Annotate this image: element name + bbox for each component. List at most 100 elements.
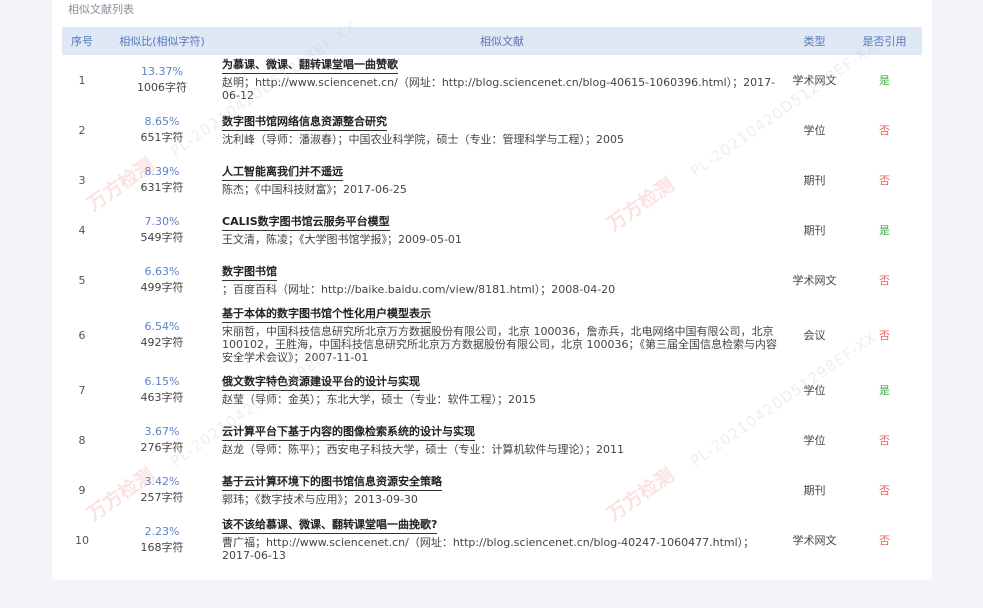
row-type: 学位	[803, 384, 826, 397]
row-cited-status: 是	[879, 224, 890, 237]
similar-char-count: 276字符	[140, 441, 184, 454]
row-index: 5	[78, 273, 86, 287]
similar-char-count: 257字符	[140, 491, 184, 504]
similarity-percent: 2.23%	[144, 525, 180, 538]
row-type: 期刊	[803, 224, 826, 237]
row-type: 学位	[803, 434, 826, 447]
document-title-link[interactable]: 为慕课、微课、翻转课堂唱一曲赞歌	[222, 58, 398, 74]
similar-char-count: 631字符	[140, 181, 184, 194]
document-meta: 赵明；http://www.sciencenet.cn/（网址：http://b…	[222, 76, 776, 102]
header-index: 序号	[71, 35, 93, 48]
similarity-percent: 8.65%	[144, 115, 180, 128]
similarity-percent: 6.54%	[144, 320, 180, 333]
header-similarity: 相似比(相似字符)	[119, 35, 205, 48]
row-index: 8	[78, 433, 86, 447]
row-index: 7	[78, 383, 86, 397]
document-title-link[interactable]: 云计算平台下基于内容的图像检索系统的设计与实现	[222, 425, 475, 441]
row-similarity: 13.37% 1006字符	[102, 55, 222, 105]
document-title-link[interactable]: 该不该给慕课、微课、翻转课堂唱一曲挽歌?	[222, 518, 438, 534]
document-meta: 赵龙（导师：陈平）；西安电子科技大学，硕士（专业：计算机软件与理论）；2011	[222, 442, 624, 456]
document-title-link[interactable]: 基于本体的数字图书馆个性化用户模型表示	[222, 307, 431, 323]
row-document: CALIS数字图书馆云服务平台模型 王文清，陈凌；《大学图书馆学报》；2009-0…	[222, 205, 782, 255]
document-title-link[interactable]: 人工智能离我们并不遥远	[222, 165, 343, 181]
document-meta: 沈利峰（导师：潘淑春）；中国农业科学院，硕士（专业：管理科学与工程）；2005	[222, 132, 624, 146]
row-index: 10	[75, 533, 89, 547]
row-type: 学位	[803, 124, 826, 137]
document-meta: 王文清，陈凌；《大学图书馆学报》；2009-05-01	[222, 232, 462, 246]
row-similarity: 6.54% 492字符	[102, 305, 222, 365]
header-document: 相似文献	[480, 35, 524, 48]
section-title: 相似文献列表	[68, 3, 134, 16]
document-title-link[interactable]: 数字图书馆网络信息资源整合研究	[222, 115, 387, 131]
row-similarity: 8.39% 631字符	[102, 155, 222, 205]
row-cited-status: 是	[879, 384, 890, 397]
row-cited-status: 否	[879, 434, 890, 447]
row-document: 数字图书馆 ；百度百科（网址：http://baike.baidu.com/vie…	[222, 255, 782, 305]
row-document: 为慕课、微课、翻转课堂唱一曲赞歌赵明；http://www.sciencenet…	[222, 55, 782, 105]
table-row: 6 6.54% 492字符 基于本体的数字图书馆个性化用户模型表示 宋丽哲，中国科技信息…	[62, 305, 922, 365]
similar-docs-table: 序号 相似比(相似字符) 相似文献 类型 是否引用 1 13.37% 1006字符 为…	[62, 27, 922, 565]
document-meta: ；百度百科（网址：http://baike.baidu.com/view/818…	[222, 282, 616, 296]
row-index: 6	[78, 328, 86, 342]
row-document: 人工智能离我们并不遥远 陈杰；《中国科技财富》；2017-06-25	[222, 155, 782, 205]
row-cited-status: 是	[879, 74, 890, 87]
row-type: 期刊	[803, 174, 826, 187]
table-header-row: 序号 相似比(相似字符) 相似文献 类型 是否引用	[62, 27, 922, 55]
document-meta: 陈杰；《中国科技财富》；2017-06-25	[222, 182, 407, 196]
similarity-percent: 6.63%	[144, 265, 180, 278]
similarity-percent: 8.39%	[144, 165, 180, 178]
row-similarity: 6.15% 463字符	[102, 365, 222, 415]
table-row: 1 13.37% 1006字符 为慕课、微课、翻转课堂唱一曲赞歌赵明；http://w…	[62, 55, 922, 105]
document-title-link[interactable]: 基于云计算环境下的图书馆信息资源安全策略	[222, 475, 442, 491]
similarity-percent: 6.15%	[144, 375, 180, 388]
row-document: 基于本体的数字图书馆个性化用户模型表示 宋丽哲，中国科技信息研究所北京万方数据股份…	[222, 305, 782, 365]
row-document: 数字图书馆网络信息资源整合研究 沈利峰（导师：潘淑春）；中国农业科学院，硕士（专业…	[222, 105, 782, 155]
table-row: 4 7.30% 549字符 CALIS数字图书馆云服务平台模型 王文清，陈凌；《大学图书…	[62, 205, 922, 255]
similarity-percent: 3.42%	[144, 475, 180, 488]
row-type: 会议	[803, 329, 826, 342]
similar-char-count: 651字符	[140, 131, 184, 144]
row-similarity: 3.42% 257字符	[102, 465, 222, 515]
similarity-percent: 13.37%	[141, 65, 183, 78]
row-document: 基于云计算环境下的图书馆信息资源安全策略 郭玮；《数字技术与应用》；2013-09…	[222, 465, 782, 515]
row-cited-status: 否	[879, 484, 890, 497]
table-row: 7 6.15% 463字符 俄文数字特色资源建设平台的设计与实现 赵莹（导师：金英）；东…	[62, 365, 922, 415]
row-type: 期刊	[803, 484, 826, 497]
header-type: 类型	[803, 35, 826, 48]
table-row: 3 8.39% 631字符 人工智能离我们并不遥远 陈杰；《中国科技财富》；2017-0…	[62, 155, 922, 205]
row-cited-status: 否	[879, 174, 890, 187]
similar-char-count: 492字符	[140, 336, 184, 349]
document-meta: 宋丽哲，中国科技信息研究所北京万方数据股份有限公司，北京 100036，詹赤兵，…	[222, 324, 777, 364]
table-row: 10 2.23% 168字符 该不该给慕课、微课、翻转课堂唱一曲挽歌? 曹广福；http…	[62, 515, 922, 565]
table-row: 9 3.42% 257字符 基于云计算环境下的图书馆信息资源安全策略 郭玮；《数字技术与…	[62, 465, 922, 515]
row-index: 9	[78, 483, 86, 497]
row-index: 2	[78, 123, 86, 137]
row-document: 该不该给慕课、微课、翻转课堂唱一曲挽歌? 曹广福；http://www.scien…	[222, 515, 782, 565]
similar-char-count: 1006字符	[137, 81, 187, 94]
document-meta: 赵莹（导师：金英）；东北大学，硕士（专业：软件工程）；2015	[222, 392, 536, 406]
row-index: 3	[78, 173, 86, 187]
similar-char-count: 549字符	[140, 231, 184, 244]
row-document: 俄文数字特色资源建设平台的设计与实现 赵莹（导师：金英）；东北大学，硕士（专业：软…	[222, 365, 782, 415]
document-title-link[interactable]: CALIS数字图书馆云服务平台模型	[222, 215, 390, 231]
table-row: 5 6.63% 499字符 数字图书馆 ；百度百科（网址：http://baike.ba…	[62, 255, 922, 305]
row-similarity: 3.67% 276字符	[102, 415, 222, 465]
document-title-link[interactable]: 俄文数字特色资源建设平台的设计与实现	[222, 375, 420, 391]
row-cited-status: 否	[879, 329, 890, 342]
document-title-link[interactable]: 数字图书馆	[222, 265, 277, 281]
similarity-percent: 3.67%	[144, 425, 180, 438]
similar-docs-card: 相似文献列表 序号 相似比(相似字符) 相似文献 类型 是否引用 1 13.37%…	[52, 0, 932, 580]
row-cited-status: 否	[879, 124, 890, 137]
row-similarity: 2.23% 168字符	[102, 515, 222, 565]
header-cited: 是否引用	[862, 35, 907, 48]
row-cited-status: 否	[879, 274, 890, 287]
row-type: 学术网文	[792, 74, 837, 87]
row-similarity: 8.65% 651字符	[102, 105, 222, 155]
table-row: 2 8.65% 651字符 数字图书馆网络信息资源整合研究 沈利峰（导师：潘淑春）；中国…	[62, 105, 922, 155]
similar-char-count: 463字符	[140, 391, 184, 404]
similarity-percent: 7.30%	[144, 215, 180, 228]
document-meta: 曹广福；http://www.sciencenet.cn/（网址：http://…	[222, 536, 755, 562]
table-row: 8 3.67% 276字符 云计算平台下基于内容的图像检索系统的设计与实现 赵龙（导师：…	[62, 415, 922, 465]
document-meta: 郭玮；《数字技术与应用》；2013-09-30	[222, 492, 418, 506]
row-index: 1	[78, 73, 86, 87]
